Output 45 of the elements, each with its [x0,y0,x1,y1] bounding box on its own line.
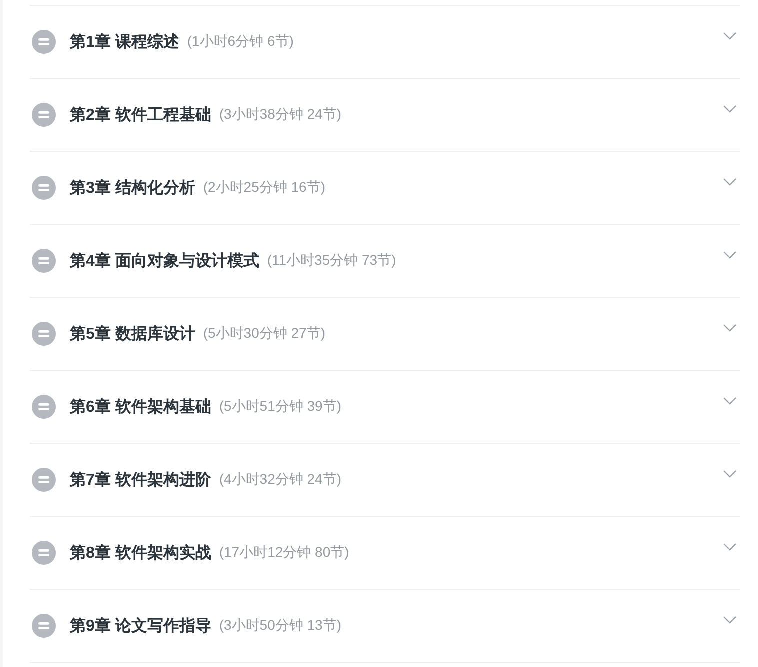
chapter-duration: (2小时25分钟 16节) [203,179,326,197]
chapter-icon [32,176,56,200]
chapter-duration: (11小时35分钟 73节) [267,252,396,270]
chevron-icon[interactable] [723,543,737,551]
chevron-icon[interactable] [723,616,737,624]
chapter-duration: (1小时6分钟 6节) [187,33,294,51]
chevron-icon[interactable] [723,397,737,405]
chapter-row[interactable]: 第2章 软件工程基础 (3小时38分钟 24节) [30,78,740,151]
chapter-row[interactable]: 第7章 软件架构进阶 (4小时32分钟 24节) [30,443,740,516]
chapter-icon [32,541,56,565]
chapter-duration: (17小时12分钟 80节) [219,544,350,562]
chevron-icon[interactable] [723,178,737,186]
chapter-duration: (4小时32分钟 24节) [219,471,342,489]
chevron-icon[interactable] [723,324,737,332]
chapter-icon [32,30,56,54]
chapter-icon [32,614,56,638]
chapter-row[interactable]: 第1章 课程综述 (1小时6分钟 6节) [30,5,740,78]
chapter-icon [32,322,56,346]
chapter-title: 第8章 软件架构实战 [70,543,212,564]
chapter-duration: (3小时38分钟 24节) [219,106,342,124]
chevron-icon[interactable] [723,105,737,113]
chapter-duration: (3小时50分钟 13节) [219,617,342,635]
chevron-icon[interactable] [723,32,737,40]
chapter-title: 第3章 结构化分析 [70,178,196,198]
chapter-icon [32,468,56,492]
chapter-duration: (5小时51分钟 39节) [219,398,342,416]
chapter-row[interactable]: 第9章 论文写作指导 (3小时50分钟 13节) [30,589,740,663]
chevron-icon[interactable] [723,251,737,259]
chapter-icon [32,103,56,127]
chapter-title: 第1章 课程综述 [70,32,180,52]
chapter-duration: (5小时30分钟 27节) [203,325,326,343]
chapter-title: 第2章 软件工程基础 [70,105,212,126]
chapter-title: 第6章 软件架构基础 [70,397,212,418]
chapter-title: 第7章 软件架构进阶 [70,470,212,490]
chapter-row[interactable]: 第6章 软件架构基础 (5小时51分钟 39节) [30,370,740,443]
chevron-icon[interactable] [723,470,737,478]
chapter-row[interactable]: 第5章 数据库设计 (5小时30分钟 27节) [30,297,740,370]
chapter-title: 第9章 论文写作指导 [70,616,212,636]
chapter-row[interactable]: 第8章 软件架构实战 (17小时12分钟 80节) [30,516,740,589]
chapter-title: 第5章 数据库设计 [70,324,196,344]
chapter-row[interactable]: 第3章 结构化分析 (2小时25分钟 16节) [30,151,740,224]
chapter-icon [32,395,56,419]
chapter-title: 第4章 面向对象与设计模式 [70,251,260,272]
chapter-icon [32,249,56,273]
chapter-row[interactable]: 第4章 面向对象与设计模式 (11小时35分钟 73节) [30,224,740,297]
